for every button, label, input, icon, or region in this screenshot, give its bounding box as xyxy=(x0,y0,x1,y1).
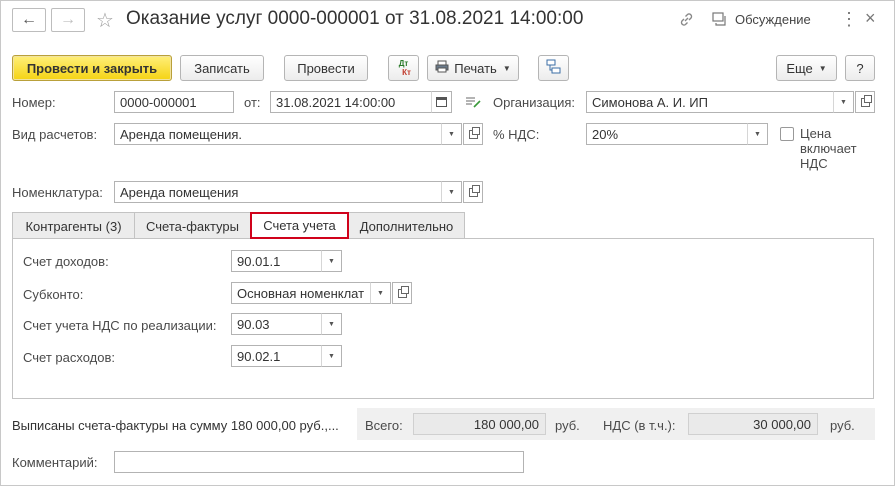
calendar-icon xyxy=(436,96,447,109)
price-includes-vat-label-line2: включает xyxy=(800,141,857,156)
calendar-button[interactable] xyxy=(431,91,452,113)
subconto-open-button[interactable] xyxy=(392,282,412,304)
comment-input[interactable] xyxy=(114,451,524,473)
printer-icon xyxy=(435,60,449,76)
organization-label: Организация: xyxy=(493,95,576,110)
forward-button[interactable]: → xyxy=(51,8,85,32)
star-icon[interactable]: ☆ xyxy=(96,8,114,33)
chevron-down-icon: ▼ xyxy=(377,289,384,297)
arrow-right-icon: → xyxy=(60,11,76,28)
income-account-input[interactable]: 90.01.1 xyxy=(231,250,322,272)
open-icon xyxy=(468,126,480,139)
vat-sales-account-input[interactable]: 90.03 xyxy=(231,313,322,335)
calc-type-open-button[interactable] xyxy=(463,123,483,145)
comment-label: Комментарий: xyxy=(12,455,98,470)
save-button[interactable]: Записать xyxy=(180,55,264,81)
nomenclature-dropdown-button[interactable]: ▼ xyxy=(441,181,462,203)
subconto-dropdown-button[interactable]: ▼ xyxy=(370,282,391,304)
chevron-down-icon: ▼ xyxy=(754,130,761,138)
subconto-input[interactable]: Основная номенклат xyxy=(231,282,371,304)
chevron-down-icon: ▼ xyxy=(328,320,335,328)
chevron-down-icon: ▼ xyxy=(818,63,827,73)
chevron-down-icon: ▼ xyxy=(328,352,335,360)
more-vertical-icon[interactable]: ⋮ xyxy=(840,9,858,30)
open-icon xyxy=(397,285,409,298)
chevron-down-icon: ▼ xyxy=(328,257,335,265)
dt-label: Дт xyxy=(398,59,409,68)
income-account-label: Счет доходов: xyxy=(23,254,109,269)
close-icon[interactable]: × xyxy=(865,8,876,29)
date-label: от: xyxy=(244,95,261,110)
date-input[interactable]: 31.08.2021 14:00:00 xyxy=(270,91,432,113)
nomenclature-input[interactable]: Аренда помещения xyxy=(114,181,442,203)
expense-account-input[interactable]: 90.02.1 xyxy=(231,345,322,367)
print-button[interactable]: Печать ▼ xyxy=(427,55,519,81)
price-includes-vat-label-line1: Цена xyxy=(800,126,832,141)
total-currency: руб. xyxy=(555,418,580,433)
discussion-link[interactable]: Обсуждение xyxy=(735,12,811,27)
subconto-label: Субконто: xyxy=(23,287,84,302)
nomenclature-label: Номенклатура: xyxy=(12,185,103,200)
calc-type-input[interactable]: Аренда помещения. xyxy=(114,123,442,145)
discussion-icon[interactable] xyxy=(712,12,728,31)
number-input[interactable]: 0000-000001 xyxy=(114,91,234,113)
more-button[interactable]: Еще ▼ xyxy=(776,55,837,81)
kt-label: Кт xyxy=(402,68,411,77)
invoices-issued-link[interactable]: Выписаны счета-фактуры на сумму 180 000,… xyxy=(12,418,339,433)
vat-sales-account-dropdown-button[interactable]: ▼ xyxy=(321,313,342,335)
organization-dropdown-button[interactable]: ▼ xyxy=(833,91,854,113)
vat-rate-select[interactable]: 20% xyxy=(586,123,748,145)
chevron-down-icon: ▼ xyxy=(448,188,455,196)
more-label: Еще xyxy=(786,60,813,76)
chevron-down-icon: ▼ xyxy=(502,63,511,73)
link-icon[interactable] xyxy=(678,11,695,32)
tab-invoices[interactable]: Счета-фактуры xyxy=(134,212,251,239)
nomenclature-open-button[interactable] xyxy=(463,181,483,203)
income-account-dropdown-button[interactable]: ▼ xyxy=(321,250,342,272)
open-icon xyxy=(468,184,480,197)
back-button[interactable]: ← xyxy=(12,8,46,32)
price-includes-vat-label: Цена включает НДС xyxy=(800,126,857,171)
calc-type-label: Вид расчетов: xyxy=(12,127,98,142)
document-structure-icon xyxy=(546,59,561,77)
help-button[interactable]: ? xyxy=(845,55,875,81)
expense-account-dropdown-button[interactable]: ▼ xyxy=(321,345,342,367)
chevron-down-icon: ▼ xyxy=(840,98,847,106)
number-label: Номер: xyxy=(12,95,56,110)
organization-input[interactable]: Симонова А. И. ИП xyxy=(586,91,834,113)
calc-type-dropdown-button[interactable]: ▼ xyxy=(441,123,462,145)
post-and-close-button[interactable]: Провести и закрыть xyxy=(12,55,172,81)
vat-rate-dropdown-button[interactable]: ▼ xyxy=(747,123,768,145)
chevron-down-icon: ▼ xyxy=(448,130,455,138)
post-button[interactable]: Провести xyxy=(284,55,368,81)
tab-additional[interactable]: Дополнительно xyxy=(348,212,465,239)
expense-account-label: Счет расходов: xyxy=(23,350,115,365)
vat-included-label: НДС (в т.ч.): xyxy=(603,418,676,433)
structure-button[interactable] xyxy=(538,55,569,81)
vat-currency: руб. xyxy=(830,418,855,433)
open-icon xyxy=(860,94,872,107)
price-includes-vat-label-line3: НДС xyxy=(800,156,828,171)
total-label: Всего: xyxy=(365,418,403,433)
vat-included-amount: 30 000,00 xyxy=(688,413,818,435)
vat-rate-label: % НДС: xyxy=(493,127,540,142)
arrow-left-icon: ← xyxy=(21,11,37,28)
price-includes-vat-checkbox[interactable] xyxy=(780,127,794,141)
dt-kt-button[interactable]: Дт Кт xyxy=(388,55,419,81)
print-label: Печать xyxy=(454,60,497,76)
vat-sales-account-label: Счет учета НДС по реализации: xyxy=(23,318,217,333)
organization-open-button[interactable] xyxy=(855,91,875,113)
total-amount: 180 000,00 xyxy=(413,413,546,435)
page-title: Оказание услуг 0000-000001 от 31.08.2021… xyxy=(126,8,584,29)
edit-list-icon[interactable] xyxy=(465,95,481,112)
tab-accounts[interactable]: Счета учета xyxy=(250,212,349,239)
tab-counterparties[interactable]: Контрагенты (3) xyxy=(12,212,135,239)
